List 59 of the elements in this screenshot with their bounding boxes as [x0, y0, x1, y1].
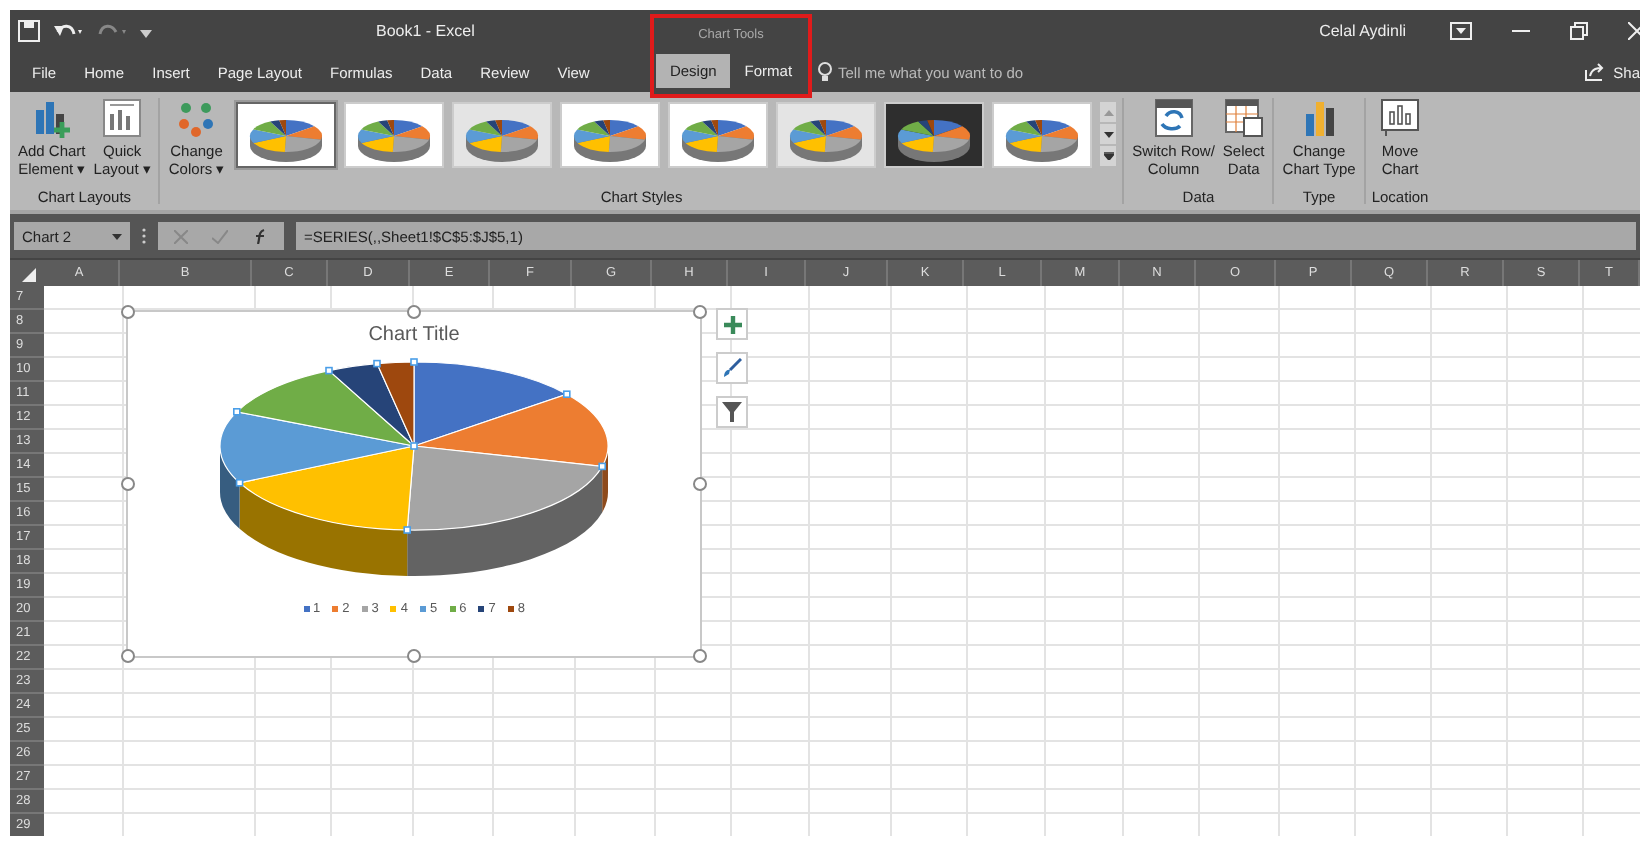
dropdown-arrow-icon [112, 233, 122, 239]
close-icon[interactable] [1628, 22, 1640, 40]
plus-icon [723, 315, 741, 333]
resize-handle[interactable] [121, 305, 135, 319]
point-handle[interactable] [598, 462, 606, 471]
scroll-down-button[interactable] [1100, 124, 1117, 144]
more-button[interactable] [1100, 146, 1117, 166]
filter-icon [722, 402, 742, 422]
color-dots-icon [176, 98, 217, 138]
pie-slice[interactable] [239, 445, 415, 576]
customize-icon[interactable] [140, 25, 152, 37]
chart-filters-button[interactable] [716, 396, 748, 428]
save-icon[interactable] [18, 20, 40, 42]
add-chart-element-icon [31, 98, 72, 138]
share-icon[interactable] [1583, 62, 1606, 82]
switch-row-column-icon [1153, 98, 1194, 138]
point-handle[interactable] [325, 366, 333, 375]
point-handle[interactable] [563, 390, 571, 398]
pie-slice[interactable] [413, 393, 609, 513]
expand-icon [1103, 152, 1114, 160]
pie-slice[interactable] [328, 363, 415, 447]
chart-elements-button[interactable] [716, 308, 748, 340]
select-data-icon [1223, 98, 1264, 138]
point-handle[interactable] [410, 442, 418, 450]
minimize-icon[interactable] [1512, 29, 1530, 33]
point-handle[interactable] [410, 358, 418, 366]
resize-handle[interactable] [121, 477, 135, 491]
check-icon[interactable] [212, 229, 228, 243]
caret-down-icon [1103, 131, 1114, 137]
undo-icon[interactable] [52, 21, 84, 41]
brush-icon [722, 358, 742, 378]
move-chart-icon [1380, 98, 1421, 138]
point-handle[interactable] [373, 359, 381, 368]
point-handle[interactable] [233, 408, 241, 416]
ribbon-display-icon[interactable] [1450, 22, 1472, 40]
point-handle[interactable] [235, 479, 244, 487]
pie-slice[interactable] [413, 361, 568, 447]
chart-style-thumbnail[interactable] [236, 102, 337, 168]
resize-handle[interactable] [121, 649, 135, 663]
chart-title[interactable]: Chart Title [368, 324, 460, 346]
pie-slice[interactable] [236, 370, 415, 447]
window-title: Book1 - Excel [376, 22, 475, 40]
resize-handle[interactable] [693, 305, 707, 319]
restore-icon[interactable] [1570, 22, 1588, 40]
lightbulb-icon [818, 62, 832, 82]
user-name[interactable]: Celal Aydinli [1319, 22, 1406, 40]
point-handle[interactable] [403, 526, 411, 534]
chart-styles-button[interactable] [716, 352, 748, 384]
pie-slice[interactable] [219, 411, 415, 529]
resize-handle[interactable] [693, 477, 707, 491]
pie-slice[interactable] [406, 445, 603, 576]
resize-handle[interactable] [407, 305, 421, 319]
resize-handle[interactable] [407, 649, 421, 663]
select-all-icon[interactable] [22, 268, 36, 282]
function-icon[interactable] [252, 228, 268, 244]
caret-up-icon [1103, 109, 1114, 115]
pie-slice[interactable] [376, 361, 415, 447]
quick-layout-icon [102, 98, 143, 138]
resize-handle[interactable] [693, 649, 707, 663]
